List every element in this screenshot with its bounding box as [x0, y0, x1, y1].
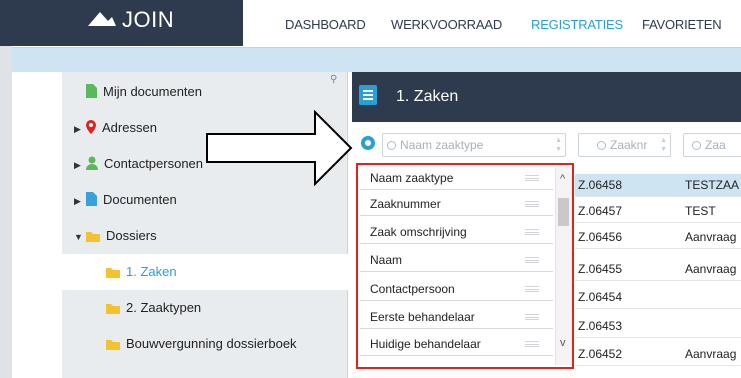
list-icon — [359, 85, 377, 105]
cell-omschrijving: TESTZAA — [685, 178, 740, 192]
sidebar-item-zaken[interactable]: 1. Zaken — [62, 254, 348, 290]
drag-handle-icon[interactable] — [525, 201, 539, 207]
panel-header: 1. Zaken — [352, 72, 741, 122]
folder-icon — [86, 220, 100, 256]
sort-icon[interactable]: ▲ ▼ — [555, 136, 562, 154]
sidebar-item-label: 1. Zaken — [126, 264, 177, 279]
filter-zaaknummer[interactable]: Zaaknr ▲ ▼ — [578, 133, 671, 157]
column-option-label: Naam — [370, 253, 403, 267]
chevron-up-icon[interactable]: ^ — [560, 173, 565, 185]
sidebar-item-mijn-documenten[interactable]: Mijn documenten — [62, 74, 348, 110]
annotation-arrow-icon — [206, 109, 353, 187]
folder-icon — [106, 292, 120, 328]
column-option[interactable]: Naam zaaktype — [360, 167, 553, 190]
cell-zaaknummer: Z.06457 — [578, 204, 623, 218]
cell-omschrijving: Aanvraag — [685, 230, 737, 244]
cell-zaaknummer: Z.06455 — [578, 262, 623, 276]
search-icon — [597, 141, 606, 150]
gear-icon[interactable] — [361, 136, 375, 150]
search-icon — [387, 141, 396, 150]
filter-placeholder: Zaaknr — [610, 138, 648, 152]
drag-handle-icon[interactable] — [525, 314, 539, 320]
cell-zaaknummer: Z.06453 — [578, 319, 623, 333]
pin-icon[interactable]: ⚲ — [330, 74, 337, 85]
column-option-label: Zaaknummer — [370, 197, 441, 211]
filter-placeholder: Zaa — [705, 138, 726, 152]
nav-werkvoorraad[interactable]: WERKVOORRAAD — [391, 17, 502, 32]
app-window: JOIN DASHBOARD WERKVOORRAAD REGISTRATIES… — [0, 0, 741, 378]
table-row[interactable]: Z.06454 — [575, 286, 741, 309]
cell-zaaknummer: Z.06452 — [578, 347, 623, 361]
filter-placeholder: Naam zaaktype — [400, 138, 484, 152]
cell-omschrijving: TEST — [685, 204, 716, 218]
drag-handle-icon[interactable] — [525, 229, 539, 235]
column-chooser-dropdown: Naam zaaktype Zaaknummer Zaak omschrijvi… — [356, 163, 574, 369]
sidebar-item-label: Mijn documenten — [103, 84, 202, 99]
cell-zaaknummer: Z.06456 — [578, 230, 623, 244]
sidebar-item-label: Adressen — [102, 120, 157, 135]
column-option-label: Zaak omschrijving — [370, 225, 467, 239]
scrollbar-thumb[interactable] — [558, 198, 569, 226]
brand-logo[interactable]: JOIN — [0, 0, 243, 46]
column-option[interactable]: Huidige behandelaar — [360, 333, 553, 356]
person-icon — [86, 148, 98, 184]
sidebar-item-label: Bouwvergunning dossierboek — [126, 336, 297, 351]
table-row[interactable]: Z.06455 Aanvraag — [575, 258, 741, 281]
column-option-label: Naam zaaktype — [370, 171, 454, 185]
join-logo-icon — [86, 1, 116, 41]
location-pin-icon — [86, 112, 96, 148]
drag-handle-icon[interactable] — [525, 257, 539, 263]
cell-zaaknummer: Z.06458 — [578, 178, 623, 192]
dropdown-scrollbar[interactable]: ^ v — [555, 167, 572, 365]
nav-registraties[interactable]: REGISTRATIES — [531, 17, 623, 32]
folder-icon — [106, 328, 120, 364]
sidebar-item-label: 2. Zaaktypen — [126, 300, 202, 315]
sort-icon[interactable]: ▲ ▼ — [660, 136, 667, 154]
document-icon — [86, 76, 97, 112]
sidebar-item-dossiers[interactable]: ▼ Dossiers — [62, 218, 348, 254]
table-row[interactable]: Z.06452 Aanvraag — [575, 343, 741, 366]
sidebar-item-label: Documenten — [103, 192, 177, 207]
column-option[interactable]: Zaak omschrijving — [360, 221, 553, 244]
sidebar-item-zaaktypen[interactable]: 2. Zaaktypen — [62, 290, 348, 326]
chevron-down-icon[interactable]: v — [560, 337, 566, 349]
table-row[interactable]: Z.06458 TESTZAA — [575, 174, 741, 197]
table-row[interactable]: Z.06456 Aanvraag — [575, 226, 741, 249]
drag-handle-icon[interactable] — [525, 286, 539, 292]
document-icon — [86, 184, 97, 220]
sidebar-item-label: Dossiers — [106, 228, 157, 243]
column-option[interactable]: Naam — [360, 249, 553, 272]
header-band — [12, 47, 741, 72]
sidebar-item-bouwvergunning-dossierboek[interactable]: Bouwvergunning dossierboek — [62, 326, 348, 362]
table-row[interactable]: Z.06453 — [575, 315, 741, 338]
brand-name: JOIN — [122, 7, 175, 32]
table-row[interactable]: Z.06457 TEST — [575, 200, 741, 223]
search-icon — [692, 141, 701, 150]
caret-right-icon[interactable]: ▶ — [74, 111, 86, 147]
filter-naam-zaaktype[interactable]: Naam zaaktype ▲ ▼ — [382, 133, 566, 157]
panel-title: 1. Zaken — [396, 88, 459, 105]
left-edge — [0, 46, 12, 378]
cell-zaaknummer: Z.06454 — [578, 290, 623, 304]
column-option[interactable]: Eerste behandelaar — [360, 306, 553, 329]
column-option-label: Huidige behandelaar — [370, 337, 481, 351]
nav-favorieten[interactable]: FAVORIETEN — [642, 17, 722, 32]
caret-down-icon[interactable]: ▼ — [74, 219, 86, 255]
filter-zaak-omschrijving[interactable]: Zaa — [683, 133, 741, 157]
caret-right-icon[interactable]: ▶ — [74, 183, 86, 219]
folder-icon — [106, 256, 120, 292]
cell-omschrijving: Aanvraag — [685, 262, 737, 276]
drag-handle-icon[interactable] — [525, 341, 539, 347]
column-option[interactable]: Contactpersoon — [360, 278, 553, 301]
column-option-label: Contactpersoon — [370, 282, 455, 296]
sidebar-item-label: Contactpersonen — [104, 156, 204, 171]
caret-right-icon[interactable]: ▶ — [74, 147, 86, 183]
column-option-label: Eerste behandelaar — [370, 310, 475, 324]
drag-handle-icon[interactable] — [525, 175, 539, 181]
cell-omschrijving: Aanvraag — [685, 347, 737, 361]
nav-dashboard[interactable]: DASHBOARD — [285, 17, 366, 32]
column-option[interactable]: Zaaknummer — [360, 193, 553, 216]
